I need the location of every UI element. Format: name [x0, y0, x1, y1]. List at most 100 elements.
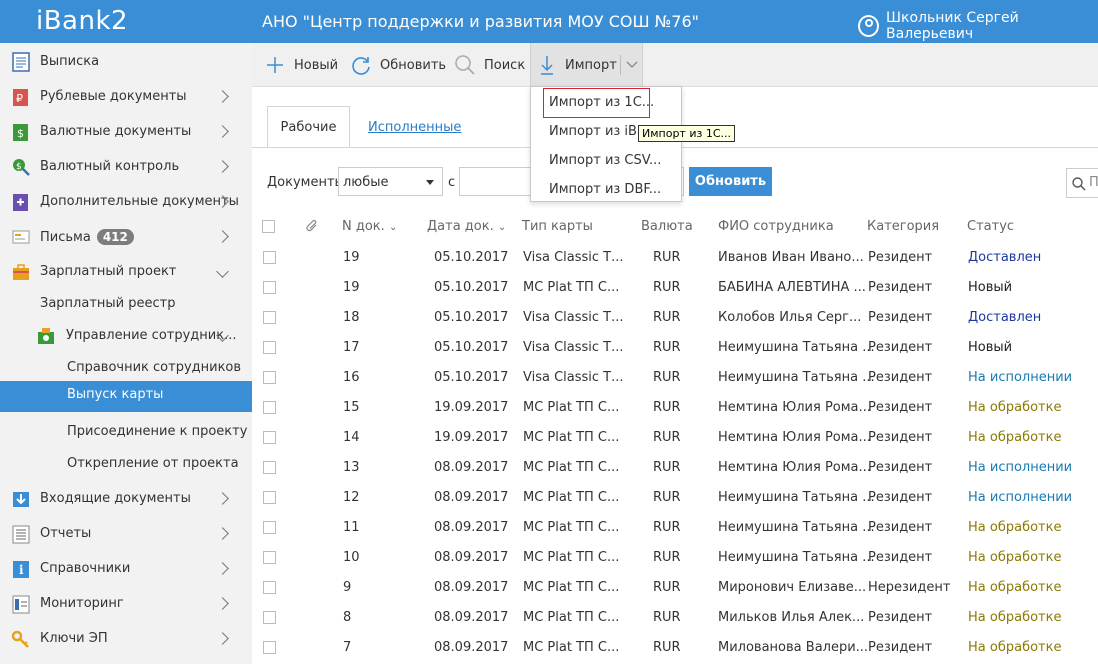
- filter-refresh-button[interactable]: Обновить: [689, 167, 772, 196]
- table-row[interactable]: 9 08.09.2017 MC Plat ТП С... RUR Миронович Е…: [252, 573, 1098, 603]
- sidebar-item-currency-control[interactable]: $ Валютный контроль: [0, 149, 252, 184]
- sidebar-item-detach-project[interactable]: Открепление от проекта: [67, 456, 239, 471]
- cell-fio: Мильков Илья Алек...: [718, 610, 865, 625]
- sidebar-item-ruble-docs[interactable]: ₽ Рублевые документы: [0, 79, 252, 114]
- salary-project-icon: [13, 263, 29, 280]
- table-row[interactable]: 12 08.09.2017 MC Plat ТП С... RUR Неимушина …: [252, 483, 1098, 513]
- app-logo[interactable]: iBank2: [36, 6, 128, 36]
- cell-cat: Резидент: [868, 610, 933, 625]
- column-header-num[interactable]: N док. ⌄: [342, 219, 397, 234]
- row-checkbox[interactable]: [263, 311, 276, 324]
- table-row[interactable]: 19 05.10.2017 MC Plat ТП С... RUR БАБИНА АЛЕ…: [252, 273, 1098, 303]
- cell-date: 05.10.2017: [434, 340, 509, 355]
- sidebar-item-employees-directory[interactable]: Справочник сотрудников: [67, 360, 241, 375]
- menu-item-import-csv[interactable]: Импорт из CSV...: [549, 153, 661, 168]
- refresh-button-label: Обновить: [380, 57, 447, 73]
- table-row[interactable]: 11 08.09.2017 MC Plat ТП С... RUR Неимушина …: [252, 513, 1098, 543]
- cell-card: Visa Classic Т...: [523, 250, 624, 265]
- cell-date: 05.10.2017: [434, 250, 509, 265]
- row-checkbox[interactable]: [263, 491, 276, 504]
- sidebar-item-currency-docs[interactable]: $ Валютные документы: [0, 114, 252, 149]
- table-row[interactable]: 19 05.10.2017 Visa Classic Т... RUR Иванов И…: [252, 243, 1098, 273]
- sidebar-item-card-issue[interactable]: Выпуск карты: [0, 381, 252, 412]
- currency-control-icon: $: [13, 158, 30, 176]
- sidebar-item-label: Справочники: [40, 561, 131, 576]
- sidebar-item-additional-docs[interactable]: Дополнительные документы: [0, 184, 252, 219]
- table-search-input[interactable]: П: [1066, 168, 1098, 198]
- table-row[interactable]: 14 19.09.2017 MC Plat ТП С... RUR Немтина Юл…: [252, 423, 1098, 453]
- chevron-right-icon: [216, 230, 229, 243]
- tab-working[interactable]: Рабочие: [267, 106, 350, 148]
- sidebar-item-keys[interactable]: Ключи ЭП: [0, 621, 252, 656]
- cell-num: 12: [343, 490, 360, 505]
- select-all-checkbox[interactable]: [262, 220, 275, 233]
- import-dropdown-toggle[interactable]: [625, 55, 639, 75]
- tab-executed[interactable]: Исполненные: [368, 120, 461, 135]
- row-checkbox[interactable]: [263, 281, 276, 294]
- import-button[interactable]: Импорт: [539, 43, 617, 87]
- row-checkbox[interactable]: [263, 641, 276, 654]
- menu-item-import-dbf[interactable]: Импорт из DBF...: [549, 182, 661, 197]
- sidebar-item-label: Дополнительные документы: [40, 194, 239, 209]
- user-menu[interactable]: Школьник Сергей Валерьевич: [858, 10, 1098, 42]
- unread-count-badge: 412: [96, 228, 134, 245]
- sidebar-item-label: Входящие документы: [40, 491, 191, 506]
- cell-cur: RUR: [653, 370, 681, 385]
- menu-item-import-ibank[interactable]: Импорт из iBan: [549, 124, 641, 139]
- column-header-card-type[interactable]: Тип карты: [522, 219, 593, 234]
- cell-date: 19.09.2017: [434, 400, 509, 415]
- row-checkbox[interactable]: [263, 371, 276, 384]
- row-checkbox[interactable]: [263, 461, 276, 474]
- refresh-button[interactable]: Обновить: [350, 43, 446, 87]
- cell-num: 19: [343, 280, 360, 295]
- table-row[interactable]: 10 08.09.2017 MC Plat ТП С... RUR Неимушина …: [252, 543, 1098, 573]
- new-button[interactable]: Новый: [266, 43, 338, 87]
- table-row[interactable]: 8 08.09.2017 MC Plat ТП С... RUR Мильков Иль…: [252, 603, 1098, 633]
- table-row[interactable]: 7 08.09.2017 MC Plat ТП С... RUR Милованова …: [252, 633, 1098, 663]
- cell-cat: Нерезидент: [868, 580, 951, 595]
- column-header-category[interactable]: Категория: [867, 219, 939, 234]
- row-checkbox[interactable]: [263, 431, 276, 444]
- sidebar-item-incoming-docs[interactable]: Входящие документы: [0, 481, 252, 516]
- column-header-label: N док.: [342, 219, 385, 234]
- sidebar-item-employees-management[interactable]: Управление сотрудник...: [0, 318, 252, 353]
- row-checkbox[interactable]: [263, 521, 276, 534]
- column-header-currency[interactable]: Валюта: [641, 219, 693, 234]
- sidebar-item-join-project[interactable]: Присоединение к проекту: [67, 424, 247, 439]
- svg-text:$: $: [17, 127, 24, 140]
- row-checkbox[interactable]: [263, 341, 276, 354]
- sidebar-item-directories[interactable]: i Справочники: [0, 551, 252, 586]
- sidebar-item-letters[interactable]: Письма 412: [0, 219, 252, 254]
- table-row[interactable]: 18 05.10.2017 Visa Classic Т... RUR Колобов …: [252, 303, 1098, 333]
- document-type-select[interactable]: любые: [338, 167, 443, 196]
- cell-num: 7: [343, 640, 352, 655]
- chevron-right-icon: [216, 632, 229, 645]
- row-checkbox[interactable]: [263, 551, 276, 564]
- table-row[interactable]: 15 19.09.2017 MC Plat ТП С... RUR Немтина Юл…: [252, 393, 1098, 423]
- sidebar-item-salary-registry[interactable]: Зарплатный реестр: [40, 296, 175, 311]
- sidebar-item-monitoring[interactable]: Мониторинг: [0, 586, 252, 621]
- sidebar-item-salary-project[interactable]: Зарплатный проект: [0, 254, 252, 289]
- row-checkbox[interactable]: [263, 581, 276, 594]
- search-button[interactable]: Поиск: [454, 43, 525, 87]
- row-checkbox[interactable]: [263, 401, 276, 414]
- column-header-employee[interactable]: ФИО сотрудника: [718, 219, 834, 234]
- cell-card: MC Plat ТП С...: [523, 520, 620, 535]
- row-checkbox[interactable]: [263, 611, 276, 624]
- table-row[interactable]: 17 05.10.2017 Visa Classic Т... RUR Неимушин…: [252, 333, 1098, 363]
- cell-num: 11: [343, 520, 360, 535]
- svg-text:₽: ₽: [16, 92, 23, 105]
- row-checkbox[interactable]: [263, 251, 276, 264]
- column-header-status[interactable]: Статус: [967, 219, 1014, 234]
- cell-date: 19.09.2017: [434, 430, 509, 445]
- menu-item-import-1c[interactable]: Импорт из 1С...: [549, 95, 654, 110]
- cell-fio: Немтина Юлия Рома...: [718, 460, 871, 475]
- table-row[interactable]: 16 05.10.2017 Visa Classic Т... RUR Неимушин…: [252, 363, 1098, 393]
- table-row[interactable]: 13 08.09.2017 MC Plat ТП С... RUR Немтина Юл…: [252, 453, 1098, 483]
- column-header-date[interactable]: Дата док. ⌄: [427, 219, 506, 234]
- cell-date: 05.10.2017: [434, 310, 509, 325]
- sidebar-item-reports[interactable]: Отчеты: [0, 516, 252, 551]
- caret-down-icon: [426, 180, 434, 185]
- sidebar-item-statement[interactable]: Выписка: [0, 44, 252, 79]
- cell-card: MC Plat ТП С...: [523, 460, 620, 475]
